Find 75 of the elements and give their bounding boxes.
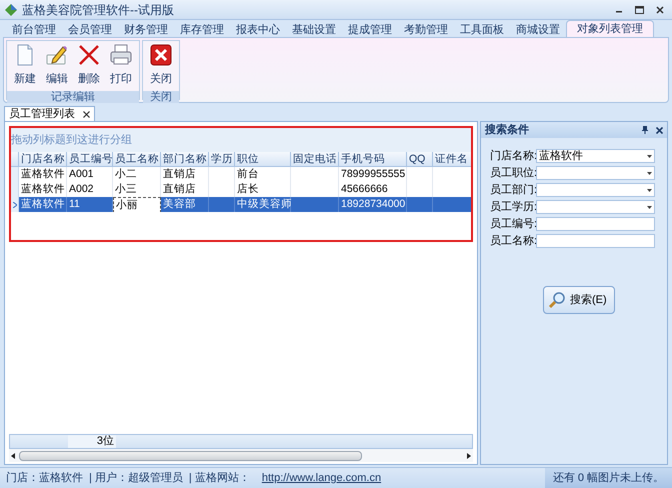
table-cell: 小丽 [113,197,161,212]
pin-icon[interactable] [642,126,648,134]
ribbon-button[interactable]: 打印 [106,43,136,91]
field-label: 员工学历: [490,200,536,215]
menu-tab[interactable]: 库存管理 [174,22,230,37]
document-tab[interactable]: 员工管理列表 [4,106,95,121]
printer-icon [109,43,133,67]
column-header[interactable]: 员工名称 [113,152,161,166]
pencil-icon [45,43,69,67]
upload-notice: 还有 0 幅图片未上传。 [552,470,664,486]
ribbon-button[interactable]: 删除 [74,43,104,91]
table-cell: 中级美容师 [235,197,291,212]
menu-tab[interactable]: 报表中心 [230,22,286,37]
column-header[interactable]: 证件名 [433,152,471,166]
column-header[interactable]: 部门名称 [161,152,209,166]
ribbon-group-label: 记录编辑 [7,91,139,103]
search-button[interactable]: 搜索(E) [543,286,615,314]
ribbon-button[interactable]: 新建 [10,43,40,91]
close-icon[interactable] [656,6,664,14]
dropdown-field[interactable] [536,183,655,197]
footer-cell: 3位 [68,435,116,448]
dropdown-field[interactable]: 蓝格软件 [536,149,655,163]
dropdown-field[interactable] [536,200,655,214]
field-label: 员工职位: [490,166,536,181]
menu-tab[interactable]: 工具面板 [454,22,510,37]
horizontal-scrollbar[interactable] [9,449,473,462]
window-title: 蓝格美容院管理软件--试用版 [22,2,174,18]
row-pointer-icon [12,202,16,208]
menu-tab[interactable]: 考勤管理 [398,22,454,37]
website-link[interactable]: http://www.lange.com.cn [262,470,382,486]
scrollbar-thumb[interactable] [19,450,362,460]
input-field[interactable] [536,234,655,248]
site-label: | 蓝格网站： [188,470,250,486]
menu-tab[interactable]: 前台管理 [6,22,62,37]
store-label: 门店：蓝格软件 [5,470,83,486]
column-header[interactable]: 固定电话 [291,152,339,166]
column-header[interactable]: 手机号码 [339,152,407,166]
dropdown-arrow-icon [647,188,652,192]
search-icon [548,291,566,309]
dropdown-arrow-icon [647,154,652,158]
panel-title: 搜索条件 [485,122,529,138]
table-cell: 蓝格软件 [19,197,67,212]
menu-tab[interactable]: 财务管理 [118,22,174,37]
menu-tab[interactable]: 会员管理 [62,22,118,37]
maximize-icon[interactable] [635,6,644,14]
column-header[interactable]: 门店名称 [19,152,67,166]
menu-tab[interactable]: 对象列表管理 [566,20,654,37]
field-label: 员工名称: [490,234,536,249]
ribbon-group-label: 关闭 [143,91,179,103]
cross-icon [77,43,101,67]
group-hint: 拖动列标题到这进行分组 [11,132,132,148]
table-cell: 18928734000 [339,197,407,212]
column-header[interactable]: QQ [407,152,433,166]
field-label: 门店名称: [490,148,536,164]
scroll-right-icon[interactable] [465,452,473,460]
dropdown-field[interactable] [536,166,655,180]
menu-tab[interactable]: 基础设置 [286,22,342,37]
table-cell: 美容部 [161,197,209,212]
dropdown-arrow-icon [647,172,652,174]
menu-tab[interactable]: 提成管理 [342,22,398,37]
column-header[interactable]: 职位 [235,152,291,166]
field-label: 员工部门: [490,182,536,198]
close-icon[interactable] [656,126,663,134]
column-header[interactable]: 学历 [209,152,235,166]
app-logo-icon [4,2,18,16]
user-label: | 用户：超级管理员 [89,470,183,486]
close-icon[interactable] [83,110,90,118]
menu-tab[interactable]: 商城设置 [510,22,566,37]
scroll-left-icon[interactable] [9,452,17,460]
close-icon [149,43,173,67]
dropdown-arrow-icon [647,206,652,208]
field-label: 员工编号: [490,216,536,232]
input-field[interactable] [536,217,655,231]
table-row[interactable]: 蓝格软件 11 小丽 美容部 中级美容师 18928734000 [11,197,471,212]
ribbon-button[interactable]: 编辑 [42,43,72,91]
